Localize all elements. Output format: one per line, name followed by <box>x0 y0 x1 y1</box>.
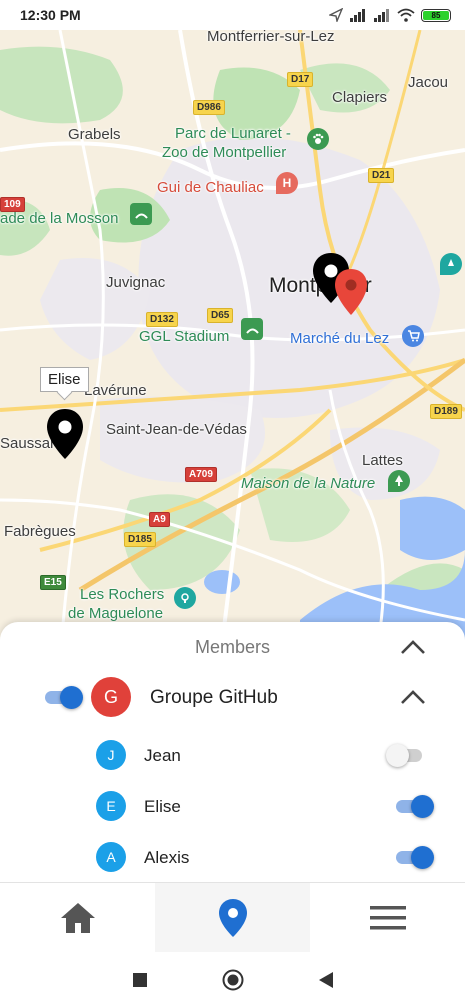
member-name: Jean <box>144 746 181 765</box>
member-visibility-toggle[interactable] <box>394 794 434 818</box>
map-label-fabregues: Fabrègues <box>4 523 76 540</box>
map-label-clapiers: Clapiers <box>332 89 388 106</box>
map-label-maguelone: de Maguelone <box>68 605 164 622</box>
map-label-montferrier: Montferrier-sur-Lez <box>207 30 335 45</box>
wifi-icon <box>397 8 415 22</box>
member-name: Elise <box>144 797 181 816</box>
member-avatar: J <box>96 740 126 770</box>
map-label-stadium: GGL Stadium <box>139 328 230 345</box>
road-badge-d185: D185 <box>124 532 156 547</box>
tree-icon[interactable] <box>388 470 410 492</box>
road-badge-d986: D986 <box>193 100 225 115</box>
navigation-arrow-icon <box>329 8 343 22</box>
member-avatar: A <box>96 842 126 872</box>
map-label-vedas: Saint-Jean-de-Védas <box>106 421 247 438</box>
road-badge-d132: D132 <box>146 312 178 327</box>
location-pin-icon <box>218 898 247 937</box>
map-label-maison-nature: Maison de la Nature <box>241 475 376 492</box>
stadium-icon[interactable] <box>130 203 152 225</box>
signal-icon <box>350 8 365 22</box>
map-view[interactable]: Montferrier-sur-Lez Jacou Clapiers Grabe… <box>0 30 465 660</box>
status-bar: 12:30 PM 85 <box>0 0 465 30</box>
members-sheet: Members G Groupe GitHub J Jean E Elise A… <box>0 622 465 882</box>
group-visibility-toggle[interactable] <box>43 685 83 709</box>
member-row[interactable]: A Alexis <box>0 832 465 883</box>
road-badge-d65: D65 <box>207 308 234 323</box>
map-label-laverune: Lavérune <box>84 382 147 399</box>
marker-tooltip: Elise <box>40 367 89 392</box>
status-icons: 85 <box>329 8 451 22</box>
nav-home[interactable] <box>0 883 155 952</box>
member-row[interactable]: E Elise <box>0 781 465 832</box>
shopping-cart-icon[interactable] <box>402 325 424 347</box>
member-visibility-toggle[interactable] <box>386 743 426 767</box>
map-label-mosson: ade de la Mosson <box>0 210 119 227</box>
road-badge-d17: D17 <box>287 72 314 87</box>
road-badge-a9: A9 <box>149 512 170 527</box>
map-label-marche: Marché du Lez <box>290 330 390 347</box>
road-badge-d189: D189 <box>430 404 462 419</box>
map-label-juvignac: Juvignac <box>106 274 166 291</box>
member-visibility-toggle[interactable] <box>394 845 434 869</box>
battery-icon: 85 <box>421 8 451 22</box>
nav-map[interactable] <box>155 883 310 952</box>
road-badge-d21: D21 <box>368 168 395 183</box>
road-badge-109: 109 <box>0 197 25 212</box>
location-marker-current[interactable] <box>334 268 368 316</box>
group-avatar: G <box>91 677 131 717</box>
group-name: Groupe GitHub <box>150 687 278 708</box>
hospital-icon[interactable]: H <box>276 172 298 194</box>
road-badge-e15: E15 <box>40 575 66 590</box>
status-time: 12:30 PM <box>20 7 81 23</box>
recents-square-icon[interactable] <box>132 972 148 988</box>
member-row[interactable]: J Jean <box>0 730 465 781</box>
nav-menu[interactable] <box>310 883 465 952</box>
bottom-navigation <box>0 882 465 952</box>
stadium-icon[interactable] <box>241 318 263 340</box>
map-label-rochers: Les Rochers <box>80 586 165 603</box>
location-marker-elise[interactable] <box>46 408 84 460</box>
member-avatar: E <box>96 791 126 821</box>
landmark-icon[interactable] <box>174 587 196 609</box>
signal-icon <box>374 8 389 22</box>
members-header[interactable]: Members <box>0 622 465 672</box>
chevron-up-icon[interactable] <box>399 683 427 711</box>
map-label-zoo: Zoo de Montpellier <box>162 144 287 161</box>
road-badge-a709: A709 <box>185 467 217 482</box>
map-label-jacou: Jacou <box>408 74 449 91</box>
attraction-icon[interactable] <box>440 253 462 275</box>
group-row[interactable]: G Groupe GitHub <box>0 672 465 722</box>
map-label-lattes: Lattes <box>362 452 403 469</box>
home-circle-icon[interactable] <box>222 969 244 991</box>
menu-icon <box>369 905 406 929</box>
member-name: Alexis <box>144 848 190 867</box>
map-label-grabels: Grabels <box>68 126 121 143</box>
back-triangle-icon[interactable] <box>318 971 334 989</box>
zoo-paw-icon[interactable] <box>307 128 329 150</box>
map-label-lunaret: Parc de Lunaret - <box>175 125 291 142</box>
home-icon <box>60 902 95 933</box>
map-label-chauliac: Gui de Chauliac <box>157 179 264 196</box>
battery-level: 85 <box>423 10 449 20</box>
chevron-up-icon[interactable] <box>399 633 427 661</box>
members-title: Members <box>194 636 270 657</box>
system-navigation <box>0 952 465 1008</box>
